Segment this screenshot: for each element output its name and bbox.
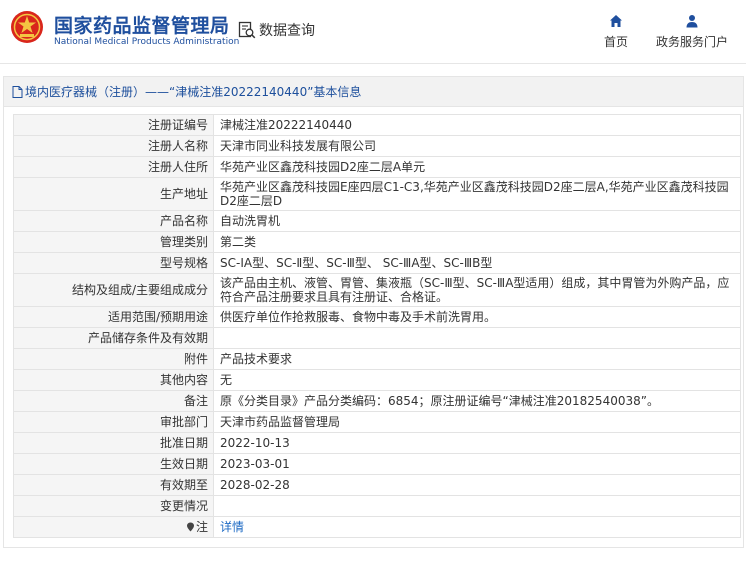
- table-row: 批准日期 2022-10-13: [13, 432, 741, 454]
- field-value: 华苑产业区鑫茂科技园E座四层C1-C3,华苑产业区鑫茂科技园D2座二层A,华苑产…: [213, 177, 741, 211]
- table-row: 注册证编号 津械注准20222140440: [13, 114, 741, 136]
- field-label: 备注: [13, 390, 214, 412]
- table-row: 结构及组成/主要组成成分 该产品由主机、液管、胃管、集液瓶（SC-Ⅲ型、SC-Ⅲ…: [13, 273, 741, 307]
- national-emblem-logo[interactable]: [10, 10, 44, 44]
- field-label: 型号规格: [13, 252, 214, 274]
- field-value: 天津市药品监督管理局: [213, 411, 741, 433]
- user-icon: [686, 15, 698, 28]
- nav-service-portal[interactable]: 政务服务门户: [652, 14, 732, 50]
- table-row: 备注 原《分类目录》产品分类编码：6854；原注册证编号“津械注准2018254…: [13, 390, 741, 412]
- document-search-icon: [238, 21, 256, 39]
- field-value: [213, 495, 741, 517]
- field-label: 注册证编号: [13, 114, 214, 136]
- table-row: 注册人名称 天津市同业科技发展有限公司: [13, 135, 741, 157]
- data-query-link[interactable]: 数据查询: [238, 20, 315, 40]
- field-value: [213, 327, 741, 349]
- field-value: 第二类: [213, 231, 741, 253]
- table-row: 变更情况: [13, 495, 741, 517]
- brand-name-cn[interactable]: 国家药品监督管理局: [54, 11, 230, 38]
- field-value: 无: [213, 369, 741, 391]
- panel-title: 境内医疗器械（注册）——“津械注准20222140440”基本信息: [25, 85, 362, 99]
- data-query-label: 数据查询: [259, 23, 315, 39]
- field-label: 适用范围/预期用途: [13, 306, 214, 328]
- table-row: 生产地址 华苑产业区鑫茂科技园E座四层C1-C3,华苑产业区鑫茂科技园D2座二层…: [13, 177, 741, 211]
- field-value: 供医疗单位作抢救服毒、食物中毒及手术前洗胃用。: [213, 306, 741, 328]
- table-row: 产品名称 自动洗胃机: [13, 210, 741, 232]
- table-row: 其他内容 无: [13, 369, 741, 391]
- field-label: 注册人名称: [13, 135, 214, 157]
- field-value: 华苑产业区鑫茂科技园D2座二层A单元: [213, 156, 741, 178]
- table-row: 注 详情: [13, 516, 741, 538]
- info-panel: 境内医疗器械（注册）——“津械注准20222140440”基本信息 注册证编号 …: [3, 76, 744, 548]
- note-value-cell: 详情: [213, 516, 741, 538]
- nav-service-label: 政务服务门户: [655, 35, 728, 49]
- field-value: 原《分类目录》产品分类编码：6854；原注册证编号“津械注准2018254003…: [213, 390, 741, 412]
- pin-icon: [186, 522, 194, 532]
- field-value: SC-ⅠA型、SC-Ⅱ型、SC-Ⅲ型、 SC-ⅢA型、SC-ⅢB型: [213, 252, 741, 274]
- field-value: 自动洗胃机: [213, 210, 741, 232]
- table-row: 注册人住所 华苑产业区鑫茂科技园D2座二层A单元: [13, 156, 741, 178]
- field-value: 2023-03-01: [213, 453, 741, 475]
- field-label: 附件: [13, 348, 214, 370]
- field-label: 批准日期: [13, 432, 214, 454]
- panel-title-bar: 境内医疗器械（注册）——“津械注准20222140440”基本信息: [4, 77, 743, 107]
- table-row: 管理类别 第二类: [13, 231, 741, 253]
- document-icon: [12, 85, 23, 98]
- field-label: 变更情况: [13, 495, 214, 517]
- note-label-cell: 注: [13, 516, 214, 538]
- field-value: 该产品由主机、液管、胃管、集液瓶（SC-Ⅲ型、SC-ⅢA型适用）组成，其中胃管为…: [213, 273, 741, 307]
- brand-name-en[interactable]: National Medical Products Administration: [54, 37, 239, 47]
- registration-info-table: 注册证编号 津械注准20222140440 注册人名称 天津市同业科技发展有限公…: [13, 114, 741, 538]
- table-row: 有效期至 2028-02-28: [13, 474, 741, 496]
- table-row: 产品储存条件及有效期: [13, 327, 741, 349]
- field-label: 结构及组成/主要组成成分: [13, 273, 214, 307]
- field-value: 津械注准20222140440: [213, 114, 741, 136]
- field-label: 产品名称: [13, 210, 214, 232]
- table-row: 型号规格 SC-ⅠA型、SC-Ⅱ型、SC-Ⅲ型、 SC-ⅢA型、SC-ⅢB型: [13, 252, 741, 274]
- table-row: 生效日期 2023-03-01: [13, 453, 741, 475]
- field-value: 产品技术要求: [213, 348, 741, 370]
- field-label: 管理类别: [13, 231, 214, 253]
- field-label: 其他内容: [13, 369, 214, 391]
- nav-home[interactable]: 首页: [598, 14, 634, 50]
- table-row: 附件 产品技术要求: [13, 348, 741, 370]
- field-label: 审批部门: [13, 411, 214, 433]
- field-label: 有效期至: [13, 474, 214, 496]
- field-label: 生产地址: [13, 177, 214, 211]
- field-value: 2022-10-13: [213, 432, 741, 454]
- field-label: 生效日期: [13, 453, 214, 475]
- table-row: 审批部门 天津市药品监督管理局: [13, 411, 741, 433]
- field-label: 产品储存条件及有效期: [13, 327, 214, 349]
- site-header: 国家药品监督管理局 National Medical Products Admi…: [0, 0, 746, 64]
- field-label: 注册人住所: [13, 156, 214, 178]
- details-link[interactable]: 详情: [220, 520, 244, 534]
- note-label: 注: [195, 520, 208, 534]
- nav-home-label: 首页: [603, 35, 628, 49]
- field-value: 2028-02-28: [213, 474, 741, 496]
- home-icon: [610, 15, 622, 27]
- table-row: 适用范围/预期用途 供医疗单位作抢救服毒、食物中毒及手术前洗胃用。: [13, 306, 741, 328]
- field-value: 天津市同业科技发展有限公司: [213, 135, 741, 157]
